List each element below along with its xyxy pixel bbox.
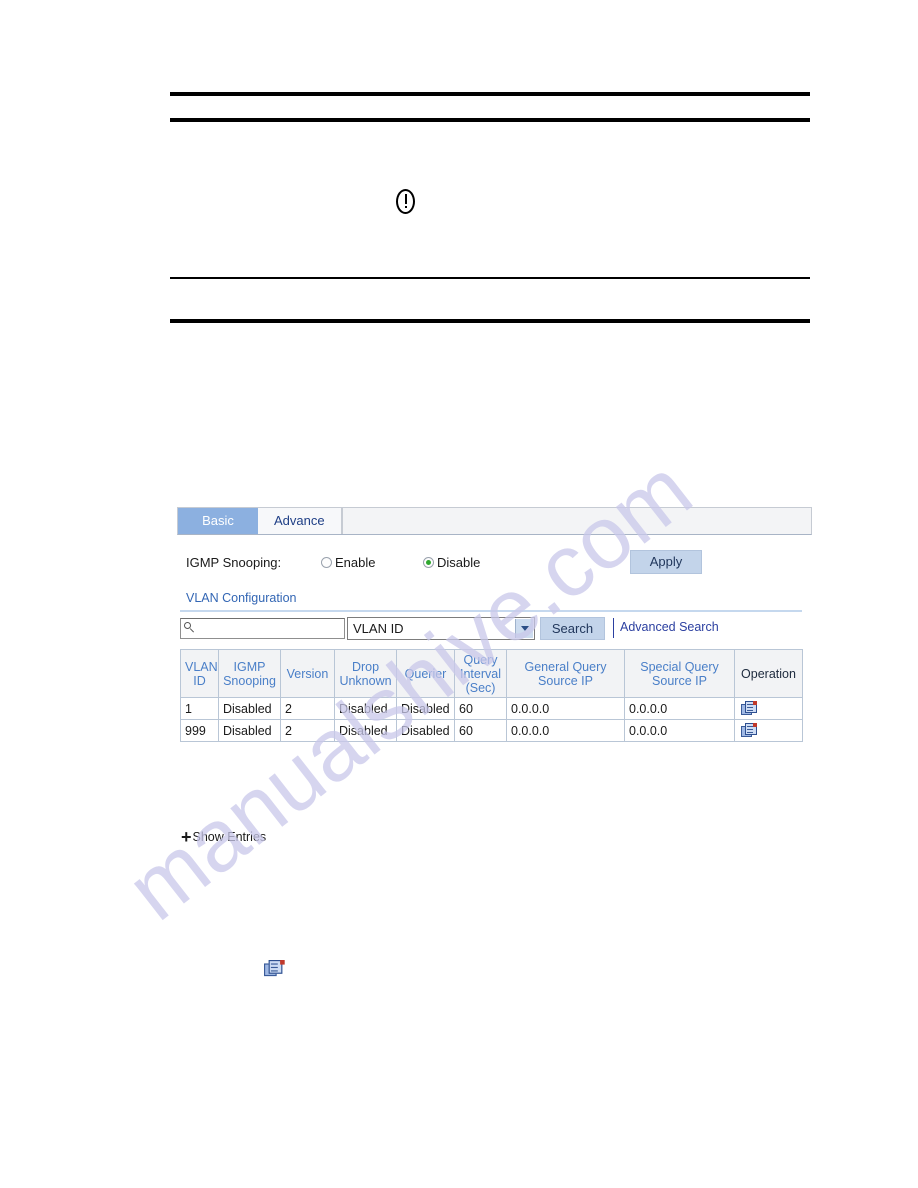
column-header-querier: Querier — [396, 649, 455, 698]
cell-operation — [734, 697, 803, 720]
column-header-version: Version — [280, 649, 335, 698]
igmp-snooping-label: IGMP Snooping: — [186, 555, 282, 570]
tab-advance[interactable]: Advance — [258, 508, 342, 534]
caution-dot — [404, 206, 407, 208]
radio-enable[interactable]: Enable — [321, 555, 375, 570]
page-rule-top-outer — [170, 92, 810, 96]
cell-vlan-id: 999 — [180, 719, 219, 742]
device-web-ui-panel: Basic Advance IGMP Snooping: Enable Disa… — [177, 507, 812, 742]
advanced-search-link[interactable]: Advanced Search — [620, 620, 719, 634]
cell-vlan-id: 1 — [180, 697, 219, 720]
cell-version: 2 — [280, 719, 335, 742]
radio-enable-indicator[interactable] — [321, 557, 332, 568]
cell-query-interval: 60 — [454, 719, 507, 742]
tab-bar: Basic Advance — [177, 507, 812, 535]
radio-disable[interactable]: Disable — [423, 555, 480, 570]
igmp-snooping-row: IGMP Snooping: Enable Disable Apply — [177, 535, 812, 589]
show-entries-label: Show Entries — [192, 830, 267, 844]
cell-drop-unknown: Disabled — [334, 719, 397, 742]
cell-query-interval: 60 — [454, 697, 507, 720]
column-header-operation: Operation — [734, 649, 803, 698]
tab-bar-filler — [341, 508, 811, 534]
vlan-configuration-heading: VLAN Configuration — [186, 591, 297, 605]
cell-version: 2 — [280, 697, 335, 720]
cell-drop-unknown: Disabled — [334, 697, 397, 720]
table-row: 999 Disabled 2 Disabled Disabled 60 0.0.… — [180, 719, 803, 742]
radio-enable-label: Enable — [335, 555, 376, 570]
edit-entry-icon[interactable] — [741, 723, 757, 738]
cell-special-query-source-ip: 0.0.0.0 — [624, 719, 735, 742]
cell-general-query-source-ip: 0.0.0.0 — [506, 697, 625, 720]
cell-operation — [734, 719, 803, 742]
column-header-drop-unknown: Drop Unknown — [334, 649, 397, 698]
search-button[interactable]: Search — [540, 617, 605, 640]
table-row: 1 Disabled 2 Disabled Disabled 60 0.0.0.… — [180, 697, 803, 720]
column-header-vlan-id: VLAN ID — [180, 649, 219, 698]
cell-igmp-snooping: Disabled — [218, 719, 281, 742]
plus-icon: + — [181, 827, 192, 847]
column-header-igmp-snooping: IGMP Snooping — [218, 649, 281, 698]
cell-igmp-snooping: Disabled — [218, 697, 281, 720]
cell-querier: Disabled — [396, 697, 455, 720]
cell-querier: Disabled — [396, 719, 455, 742]
edit-entry-icon — [264, 960, 285, 980]
caution-bar — [404, 194, 407, 204]
page-rule-bottom — [170, 319, 810, 323]
search-input[interactable] — [180, 618, 345, 639]
legend-edit-entry-icon — [264, 960, 285, 980]
section-divider — [180, 610, 802, 612]
cell-special-query-source-ip: 0.0.0.0 — [624, 697, 735, 720]
vlan-configuration-table: VLAN ID IGMP Snooping Version Drop Unkno… — [180, 649, 803, 742]
table-header-row: VLAN ID IGMP Snooping Version Drop Unkno… — [180, 649, 803, 698]
page-rule-middle — [170, 277, 810, 279]
tab-basic[interactable]: Basic — [178, 508, 258, 534]
search-field-select[interactable]: VLAN ID — [347, 617, 535, 640]
cell-general-query-source-ip: 0.0.0.0 — [506, 719, 625, 742]
radio-disable-label: Disable — [437, 555, 481, 570]
search-bar: VLAN ID Search Advanced Search — [177, 617, 812, 645]
search-separator — [613, 618, 614, 638]
chevron-down-icon[interactable] — [515, 619, 533, 638]
caution-exclamation-icon — [396, 189, 415, 214]
apply-button[interactable]: Apply — [630, 550, 702, 574]
column-header-query-interval: Query Interval (Sec) — [454, 649, 507, 698]
magnifier-icon — [184, 622, 191, 629]
column-header-general-query-source-ip: General Query Source IP — [506, 649, 625, 698]
search-field-value: VLAN ID — [353, 621, 404, 636]
edit-entry-icon[interactable] — [741, 701, 757, 716]
show-entries-toggle[interactable]: +Show Entries — [181, 827, 266, 848]
column-header-special-query-source-ip: Special Query Source IP — [624, 649, 735, 698]
radio-disable-indicator[interactable] — [423, 557, 434, 568]
page-rule-top-inner — [170, 118, 810, 122]
